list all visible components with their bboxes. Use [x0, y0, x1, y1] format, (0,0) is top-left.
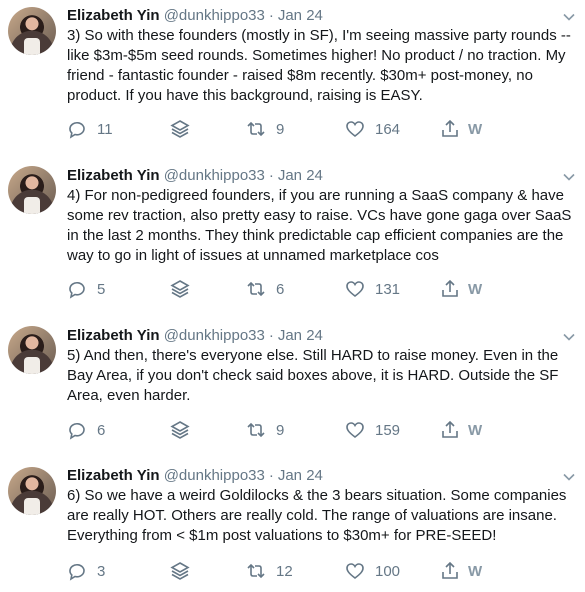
tweet-header: Elizabeth Yin @dunkhippo33 · Jan 24 [67, 6, 323, 26]
tweet-header: Elizabeth Yin @dunkhippo33 · Jan 24 [67, 466, 323, 486]
separator-dot: · [268, 7, 274, 24]
tweet-text: 4) For non-pedigreed founders, if you ar… [67, 187, 572, 264]
stack-button[interactable] [170, 420, 190, 440]
like-button[interactable]: 131 [345, 279, 400, 299]
share-icon [442, 279, 458, 297]
tweet-date[interactable]: Jan 24 [278, 167, 323, 184]
like-count: 131 [375, 280, 401, 298]
reply-icon [69, 281, 85, 299]
like-button[interactable]: 100 [345, 561, 400, 581]
reply-button[interactable]: 5 [67, 279, 105, 299]
reply-icon [69, 422, 85, 440]
retweet-icon [247, 422, 265, 438]
like-count: 164 [375, 120, 401, 138]
stack-button[interactable] [170, 119, 190, 139]
layers-icon [170, 120, 190, 138]
avatar[interactable] [8, 166, 56, 214]
tweet-thread: Elizabeth Yin @dunkhippo33 · Jan 24 3) So … [0, 0, 585, 592]
stack-button[interactable] [170, 561, 190, 581]
w-icon[interactable]: W [468, 121, 482, 138]
avatar[interactable] [8, 467, 56, 515]
tweet-actions: 6 9 159 W [0, 420, 585, 440]
heart-icon [346, 422, 364, 439]
like-count: 159 [375, 421, 401, 439]
stack-button[interactable] [170, 279, 190, 299]
tweet-actions: 5 6 131 W [0, 279, 585, 299]
w-icon[interactable]: W [468, 563, 482, 580]
tweet-date[interactable]: Jan 24 [278, 7, 323, 24]
reply-icon [69, 563, 85, 581]
retweet-count: 12 [276, 562, 293, 580]
heart-icon [346, 121, 364, 138]
retweet-count: 9 [276, 421, 285, 439]
chevron-down-icon[interactable] [562, 10, 576, 24]
reply-icon [69, 121, 85, 139]
separator-dot: · [268, 467, 274, 484]
w-icon[interactable]: W [468, 422, 482, 439]
author-handle[interactable]: @dunkhippo33 [164, 7, 265, 24]
chevron-down-icon[interactable] [562, 330, 576, 344]
chevron-down-icon[interactable] [562, 470, 576, 484]
author-name[interactable]: Elizabeth Yin [67, 467, 160, 484]
tweet-text: 6) So we have a weird Goldilocks & the 3… [67, 487, 567, 544]
tweet-header: Elizabeth Yin @dunkhippo33 · Jan 24 [67, 166, 323, 186]
avatar[interactable] [8, 7, 56, 55]
share-icon [442, 119, 458, 137]
author-name[interactable]: Elizabeth Yin [67, 167, 160, 184]
tweet-date[interactable]: Jan 24 [278, 327, 323, 344]
share-button[interactable]: W [440, 420, 482, 440]
author-handle[interactable]: @dunkhippo33 [164, 327, 265, 344]
reply-count: 11 [97, 120, 113, 138]
layers-icon [170, 280, 190, 298]
tweet-header: Elizabeth Yin @dunkhippo33 · Jan 24 [67, 326, 323, 346]
share-button[interactable]: W [440, 561, 482, 581]
chevron-down-icon[interactable] [562, 170, 576, 184]
like-button[interactable]: 164 [345, 119, 400, 139]
separator-dot: · [268, 327, 274, 344]
reply-button[interactable]: 6 [67, 420, 105, 440]
avatar[interactable] [8, 326, 56, 374]
reply-count: 6 [97, 421, 106, 439]
author-name[interactable]: Elizabeth Yin [67, 327, 160, 344]
layers-icon [170, 562, 190, 580]
w-icon[interactable]: W [468, 281, 482, 298]
tweet-text: 3) So with these founders (mostly in SF)… [67, 27, 571, 104]
like-button[interactable]: 159 [345, 420, 400, 440]
retweet-icon [247, 281, 265, 297]
retweet-count: 9 [276, 120, 285, 138]
tweet-date[interactable]: Jan 24 [278, 467, 323, 484]
retweet-button[interactable]: 9 [246, 119, 284, 139]
heart-icon [346, 563, 364, 580]
share-button[interactable]: W [440, 279, 482, 299]
retweet-icon [247, 121, 265, 137]
share-button[interactable]: W [440, 119, 482, 139]
retweet-icon [247, 563, 265, 579]
author-name[interactable]: Elizabeth Yin [67, 7, 160, 24]
separator-dot: · [268, 167, 274, 184]
tweet-text: 5) And then, there's everyone else. Stil… [67, 347, 559, 404]
share-icon [442, 561, 458, 579]
tweet-actions: 11 9 164 W [0, 119, 585, 139]
author-handle[interactable]: @dunkhippo33 [164, 467, 265, 484]
tweet-actions: 3 12 100 W [0, 561, 585, 581]
author-handle[interactable]: @dunkhippo33 [164, 167, 265, 184]
retweet-button[interactable]: 9 [246, 420, 284, 440]
share-icon [442, 420, 458, 438]
heart-icon [346, 281, 364, 298]
reply-button[interactable]: 3 [67, 561, 105, 581]
like-count: 100 [375, 562, 401, 580]
reply-button[interactable]: 11 [67, 119, 113, 139]
reply-count: 3 [97, 562, 106, 580]
layers-icon [170, 421, 190, 439]
retweet-button[interactable]: 6 [246, 279, 284, 299]
retweet-button[interactable]: 12 [246, 561, 293, 581]
retweet-count: 6 [276, 280, 285, 298]
reply-count: 5 [97, 280, 106, 298]
